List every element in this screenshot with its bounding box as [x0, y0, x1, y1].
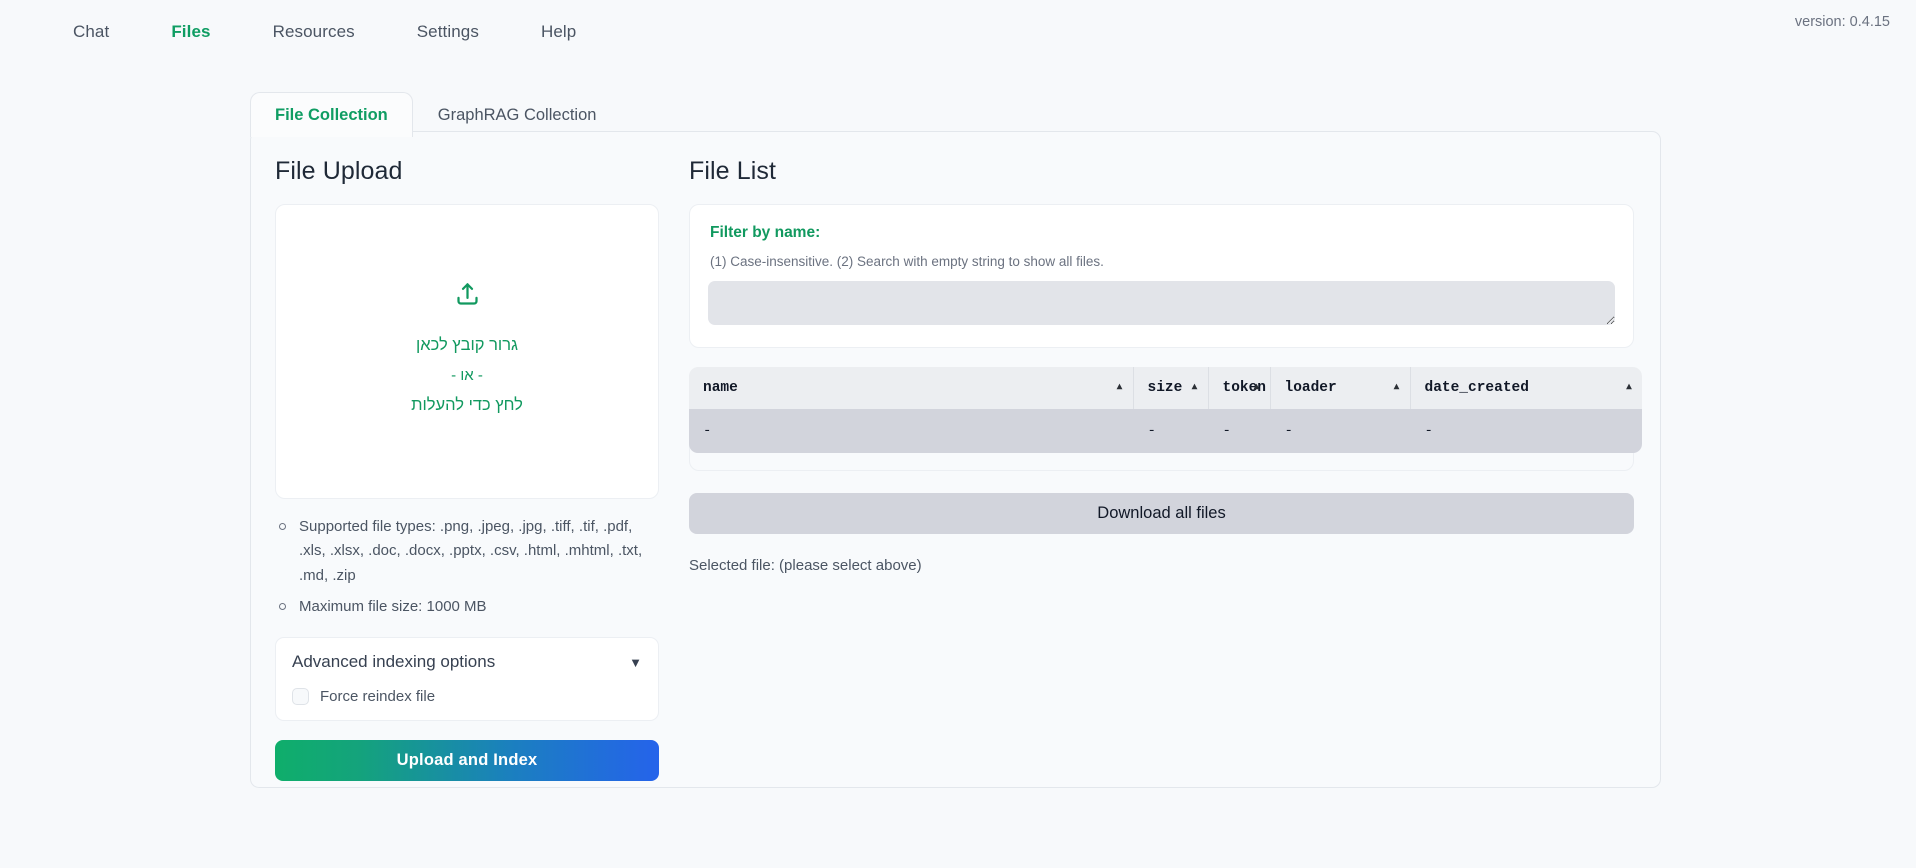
tab-graphrag-collection[interactable]: GraphRAG Collection	[413, 92, 622, 137]
dropzone-click-text[interactable]: לחץ כדי להעלות	[411, 390, 523, 421]
dropzone-or-text: - או -	[451, 366, 483, 384]
cell-loader: -	[1270, 409, 1411, 453]
top-navigation-bar: Chat Files Resources Settings Help versi…	[0, 0, 1916, 64]
note-maximum-file-size: Maximum file size: 1000 MB	[275, 595, 659, 619]
nav-item-chat[interactable]: Chat	[42, 16, 140, 48]
nav-item-help[interactable]: Help	[510, 16, 607, 48]
file-table-container: name ▲ size ▲ token ▲ loader ▲ date_crea…	[689, 367, 1642, 471]
dropzone-drag-text: גרור קובץ לכאן	[416, 336, 518, 355]
cell-name: -	[689, 409, 1134, 453]
column-header-loader[interactable]: loader ▲	[1270, 367, 1411, 409]
table-row[interactable]: - - - - -	[689, 409, 1642, 453]
column-label-size: size	[1147, 380, 1183, 396]
filter-card: Filter by name: (1) Case-insensitive. (2…	[689, 204, 1634, 348]
table-header-row: name ▲ size ▲ token ▲ loader ▲ date_crea…	[689, 367, 1642, 409]
file-collection-panel: File Upload גרור קובץ לכאן - או - לחץ כד…	[250, 131, 1661, 788]
selected-file-status: Selected file: (please select above)	[689, 557, 922, 574]
upload-notes-list: Supported file types: .png, .jpeg, .jpg,…	[275, 515, 659, 619]
download-all-files-button[interactable]: Download all files	[689, 493, 1634, 534]
sort-ascending-icon[interactable]: ▲	[1191, 383, 1197, 394]
column-header-name[interactable]: name ▲	[689, 367, 1134, 409]
sort-ascending-icon[interactable]: ▲	[1626, 383, 1632, 394]
advanced-options-header[interactable]: Advanced indexing options ▼	[292, 652, 642, 672]
file-upload-title: File Upload	[275, 157, 403, 185]
file-list-title: File List	[689, 157, 777, 185]
cell-date-created: -	[1410, 409, 1642, 453]
advanced-indexing-options: Advanced indexing options ▼ Force reinde…	[275, 637, 659, 722]
column-header-token[interactable]: token ▲	[1208, 367, 1271, 409]
cell-token: -	[1208, 409, 1271, 453]
filter-by-name-label: Filter by name:	[710, 224, 821, 241]
chevron-down-icon[interactable]: ▼	[629, 655, 642, 670]
sort-ascending-icon[interactable]: ▲	[1393, 383, 1399, 394]
file-table-scroll: name ▲ size ▲ token ▲ loader ▲ date_crea…	[689, 367, 1642, 453]
file-table: name ▲ size ▲ token ▲ loader ▲ date_crea…	[689, 367, 1642, 453]
column-label-name: name	[703, 380, 738, 396]
column-header-date-created[interactable]: date_created ▲	[1410, 367, 1642, 409]
file-list-column: File List Filter by name: (1) Case-insen…	[667, 146, 1644, 771]
file-dropzone[interactable]: גרור קובץ לכאן - או - לחץ כדי להעלות	[275, 204, 659, 499]
main-nav: Chat Files Resources Settings Help	[42, 16, 607, 48]
force-reindex-checkbox[interactable]	[292, 688, 309, 706]
advanced-options-label: Advanced indexing options	[292, 652, 496, 672]
force-reindex-checkbox-row[interactable]: Force reindex file	[292, 688, 642, 706]
sort-ascending-icon[interactable]: ▲	[1253, 383, 1259, 394]
cell-size: -	[1133, 409, 1209, 453]
filter-search-input[interactable]	[708, 281, 1615, 325]
column-label-loader: loader	[1284, 380, 1337, 396]
file-upload-column: File Upload גרור קובץ לכאן - או - לחץ כד…	[267, 146, 667, 782]
force-reindex-label: Force reindex file	[320, 688, 436, 706]
filter-hint-text: (1) Case-insensitive. (2) Search with em…	[710, 254, 1104, 269]
sort-ascending-icon[interactable]: ▲	[1116, 383, 1122, 394]
column-label-date-created: date_created	[1424, 380, 1529, 396]
nav-item-files[interactable]: Files	[140, 16, 241, 48]
collection-tabs: File Collection GraphRAG Collection	[250, 92, 621, 137]
tab-file-collection[interactable]: File Collection	[250, 92, 413, 137]
nav-item-settings[interactable]: Settings	[386, 16, 510, 48]
version-label: version: 0.4.15	[1794, 14, 1890, 30]
nav-item-resources[interactable]: Resources	[242, 16, 386, 48]
column-header-size[interactable]: size ▲	[1133, 367, 1209, 409]
note-supported-file-types: Supported file types: .png, .jpeg, .jpg,…	[275, 515, 659, 588]
upload-icon	[454, 281, 481, 313]
upload-and-index-button[interactable]: Upload and Index	[275, 740, 659, 782]
